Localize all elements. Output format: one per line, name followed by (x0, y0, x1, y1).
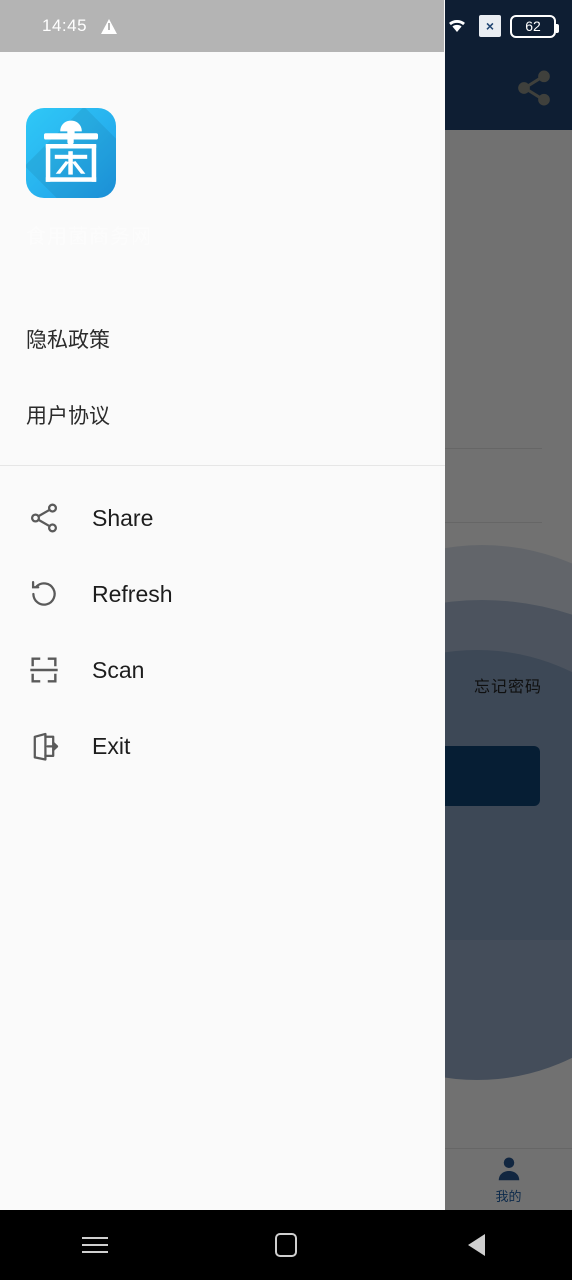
recents-icon (82, 1232, 109, 1258)
refresh-icon (22, 577, 66, 611)
back-icon (468, 1234, 486, 1256)
exit-icon (22, 729, 66, 763)
android-nav-bar (0, 1210, 572, 1280)
drawer-header: 食用菌商务网 (0, 0, 445, 249)
drawer-item-scan[interactable]: Scan (0, 632, 445, 708)
app-logo-icon (26, 108, 116, 198)
share-icon (22, 501, 66, 535)
drawer-item-label: Share (92, 504, 154, 531)
drawer-item-label: 用户协议 (26, 405, 110, 428)
drawer-item-share[interactable]: Share (0, 480, 445, 556)
phone-screen: 忘记密码 议》 我的 (0, 0, 572, 1280)
drawer-item-privacy-policy[interactable]: 隐私政策 (0, 301, 445, 377)
drawer-item-label: Exit (92, 732, 131, 759)
navigation-drawer: 食用菌商务网 隐私政策 用户协议 Share Refresh Scan Exit (0, 0, 445, 1210)
drawer-item-label: Refresh (92, 580, 173, 607)
drawer-link-list: 隐私政策 用户协议 (0, 301, 445, 453)
drawer-item-exit[interactable]: Exit (0, 708, 445, 784)
scan-icon (22, 653, 66, 687)
drawer-item-refresh[interactable]: Refresh (0, 556, 445, 632)
nav-back-button[interactable] (381, 1234, 572, 1256)
nav-home-button[interactable] (191, 1233, 382, 1257)
drawer-item-label: Scan (92, 656, 145, 683)
drawer-item-user-agreement[interactable]: 用户协议 (0, 377, 445, 453)
home-icon (275, 1233, 297, 1257)
nav-recents-button[interactable] (0, 1232, 191, 1258)
app-name-label: 食用菌商务网 (26, 226, 152, 248)
drawer-menu-list: Share Refresh Scan Exit (0, 466, 445, 784)
drawer-item-label: 隐私政策 (26, 329, 110, 352)
drawer-scrim[interactable] (445, 0, 572, 1210)
